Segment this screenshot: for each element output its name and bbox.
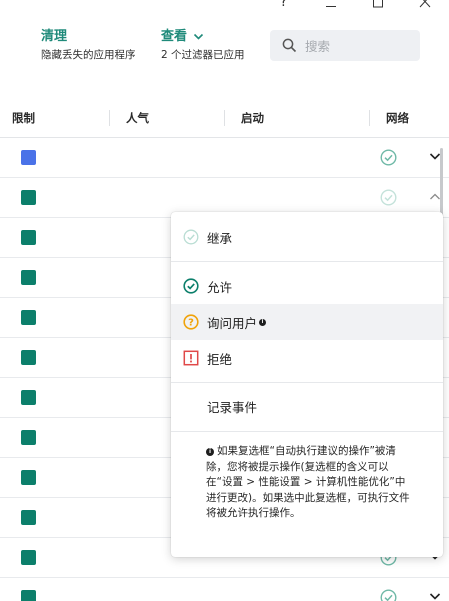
clean-group[interactable]: 清理 隐藏丢失的应用程序 [41,28,136,63]
toolbar: 清理 隐藏丢失的应用程序 查看 2 个过滤器已应用 搜索 [41,28,449,68]
minimize-button[interactable] [308,0,355,14]
app-icon [21,430,36,445]
close-icon [419,0,431,8]
minimize-icon [326,6,336,7]
column-header-startup[interactable]: 启动 [241,100,264,138]
column-divider[interactable] [369,110,370,126]
search-input[interactable]: 搜索 [270,30,420,61]
network-permission-menu: 继承 允许 ? 询问用户 i 拒绝 记录事件 i 如果复选框“自动执行建议的操作”被… [171,212,443,557]
column-header-popularity[interactable]: 人气 [126,100,149,138]
window-controls: ? [261,0,449,14]
check-circle-light-icon[interactable] [380,189,397,206]
menu-divider [171,261,443,262]
table-header: 限制 人气 启动 网络 [0,100,449,138]
info-icon[interactable]: i [259,318,267,326]
column-header-network[interactable]: 网络 [386,100,409,138]
menu-item-label: 询问用户 i [207,313,267,332]
menu-item-label: 允许 [207,279,233,295]
view-dropdown[interactable]: 查看 [161,28,245,46]
column-divider[interactable] [224,110,225,126]
app-icon [21,350,36,365]
menu-divider [171,431,443,432]
check-circle-light-icon [183,229,199,245]
app-icon [21,590,36,601]
clean-subtitle: 隐藏丢失的应用程序 [41,49,136,61]
app-icon [21,270,36,285]
menu-item-inherit[interactable]: 继承 [171,219,443,255]
table-row[interactable] [0,138,449,178]
column-header-restriction[interactable]: 限制 [12,100,35,138]
help-icon: ? [280,0,288,10]
search-placeholder: 搜索 [305,39,331,54]
menu-item-label: 继承 [207,230,233,246]
view-title: 查看 [161,29,188,44]
close-button[interactable] [402,0,449,14]
search-icon [282,38,297,53]
menu-item-ask-user[interactable]: ? 询问用户 i [171,304,443,340]
app-icon [21,550,36,565]
chevron-down-icon[interactable] [429,592,441,601]
view-group[interactable]: 查看 2 个过滤器已应用 [161,28,245,63]
question-circle-icon: ? [183,314,199,330]
app-icon [21,230,36,245]
info-icon: i [206,448,214,456]
app-icon [21,150,36,165]
app-icon [21,190,36,205]
menu-item-allow[interactable]: 允许 [171,268,443,304]
menu-item-log-events[interactable]: 记录事件 [171,388,443,424]
app-icon [21,310,36,325]
app-icon [21,510,36,525]
column-divider[interactable] [109,110,110,126]
svg-text:?: ? [188,318,194,329]
table-row[interactable] [0,578,449,601]
check-circle-icon[interactable] [380,589,397,601]
check-circle-icon [183,278,199,294]
maximize-button[interactable] [355,0,402,14]
menu-note: i 如果复选框“自动执行建议的操作”被清除，您将被提示操作(复选框的含义可以在“设… [206,444,412,522]
deny-icon [183,350,199,366]
app-icon [21,470,36,485]
menu-note-text: 如果复选框“自动执行建议的操作”被清除，您将被提示操作(复选框的含义可以在“设置… [206,445,410,519]
check-circle-icon[interactable] [380,149,397,166]
menu-divider [171,382,443,383]
menu-item-label-text: 询问用户 [207,315,258,331]
clean-title[interactable]: 清理 [41,28,136,46]
app-icon [21,390,36,405]
help-button[interactable]: ? [261,0,308,14]
view-subtitle: 2 个过滤器已应用 [161,49,245,61]
menu-item-label: 拒绝 [207,351,233,367]
menu-item-label: 记录事件 [207,399,258,415]
chevron-down-icon [193,33,204,40]
menu-item-deny[interactable]: 拒绝 [171,340,443,376]
maximize-icon [373,0,383,8]
vertical-scrollbar[interactable] [440,148,443,218]
